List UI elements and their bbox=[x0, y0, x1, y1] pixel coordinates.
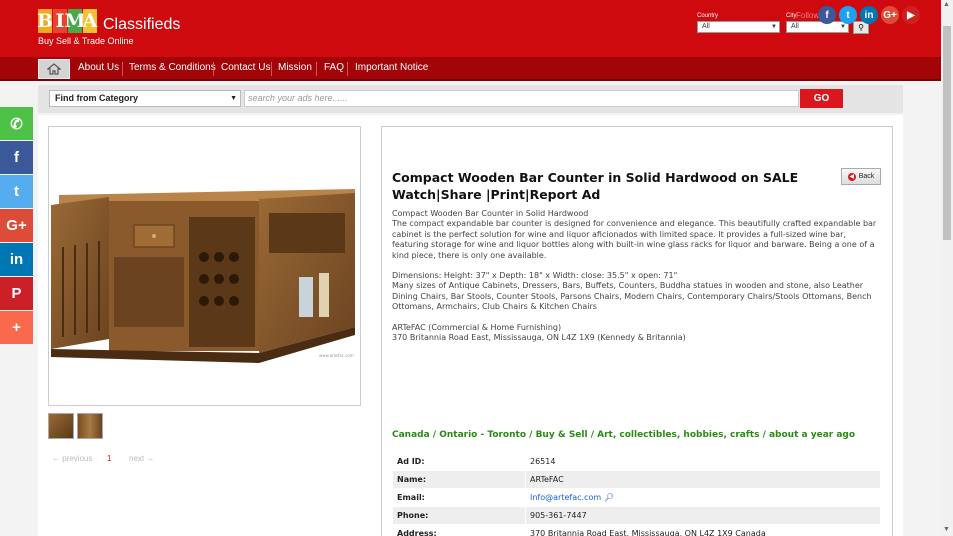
nav-faq[interactable]: FAQ bbox=[318, 57, 350, 81]
googleplus-share-icon[interactable]: G+ bbox=[0, 209, 33, 242]
table-row: Address: 370 Britannia Road East, Missis… bbox=[393, 525, 880, 536]
follow-label: Follow bbox=[796, 11, 820, 20]
nav-important-notice[interactable]: Important Notice bbox=[349, 57, 434, 81]
scroll-up-icon[interactable]: ▲ bbox=[943, 1, 950, 8]
address-label: Address: bbox=[393, 525, 525, 536]
back-button-label: Back bbox=[858, 173, 875, 180]
linkedin-icon[interactable]: in bbox=[860, 6, 878, 24]
description-heading: Compact Wooden Bar Counter in Solid Hard… bbox=[392, 209, 589, 218]
googleplus-icon[interactable]: G+ bbox=[881, 6, 899, 24]
category-breadcrumb[interactable]: Canada / Ontario - Toronto / Buy & Sell … bbox=[392, 430, 855, 440]
email-cell: Info@artefac.com 🔎︎ bbox=[526, 489, 880, 506]
nav-divider bbox=[347, 62, 348, 76]
logo-letter-m: M bbox=[64, 9, 86, 33]
description-dimensions: Dimensions: Height: 37" x Depth: 18" x W… bbox=[392, 271, 678, 281]
listing-description: Compact Wooden Bar Counter in Solid Hard… bbox=[392, 209, 884, 343]
nav-about-us[interactable]: About Us bbox=[72, 57, 125, 81]
ad-id-value: 26514 bbox=[526, 453, 880, 470]
nav-terms[interactable]: Terms & Conditions bbox=[123, 57, 222, 81]
name-label: Name: bbox=[393, 471, 525, 488]
name-value: ARTeFAC bbox=[526, 471, 880, 488]
listing-title: Compact Wooden Bar Counter in Solid Hard… bbox=[392, 170, 799, 202]
site-name: Classifieds bbox=[103, 16, 181, 33]
gallery-thumbnail-2[interactable] bbox=[77, 413, 103, 439]
search-bar: Find from Category ▼ search your ads her… bbox=[38, 85, 903, 113]
search-icon: ⚲ bbox=[858, 23, 864, 32]
main-nav: About Us Terms & Conditions Contact Us M… bbox=[0, 57, 941, 81]
magnifier-icon[interactable]: 🔎︎ bbox=[604, 493, 614, 502]
facebook-share-icon[interactable]: f bbox=[0, 141, 33, 174]
ad-id-label: Ad ID: bbox=[393, 453, 525, 470]
city-label: City bbox=[786, 13, 797, 19]
description-company: ARTeFAC (Commercial & Home Furnishing) bbox=[392, 322, 562, 332]
table-row: Phone: 905-361-7447 bbox=[393, 507, 880, 524]
scroll-down-icon[interactable]: ▼ bbox=[943, 526, 950, 533]
twitter-icon[interactable]: t bbox=[839, 6, 857, 24]
chevron-down-icon: ▼ bbox=[230, 95, 237, 102]
search-input[interactable]: search your ads here...... bbox=[244, 90, 799, 107]
phone-label: Phone: bbox=[393, 507, 525, 524]
logo-letter-a: A bbox=[82, 9, 98, 33]
main-product-image[interactable]: www.artefac.com bbox=[48, 126, 361, 406]
back-button[interactable]: ◀ Back bbox=[841, 168, 881, 185]
email-label: Email: bbox=[393, 489, 525, 506]
back-arrow-icon: ◀ bbox=[847, 172, 856, 181]
chevron-down-icon: ▼ bbox=[771, 24, 777, 30]
city-select[interactable]: All ▼ bbox=[786, 21, 849, 33]
go-button[interactable]: GO bbox=[800, 89, 843, 108]
scrollbar-thumb[interactable] bbox=[943, 26, 951, 240]
category-select[interactable]: Find from Category ▼ bbox=[49, 90, 241, 107]
home-icon bbox=[47, 63, 61, 75]
pager-previous[interactable]: ← previous bbox=[52, 454, 92, 463]
gallery-thumbnail-1[interactable] bbox=[48, 413, 74, 439]
description-inventory: Many sizes of Antique Cabinets, Dressers… bbox=[392, 281, 872, 312]
address-value: 370 Britannia Road East, Mississauga, ON… bbox=[526, 525, 880, 536]
whatsapp-share-icon[interactable]: ✆ bbox=[0, 107, 33, 140]
description-address: 370 Britannia Road East, Mississauga, ON… bbox=[392, 333, 686, 343]
country-label: Country bbox=[697, 13, 719, 19]
nav-divider bbox=[213, 62, 214, 76]
phone-value: 905-361-7447 bbox=[526, 507, 880, 524]
pinterest-share-icon[interactable]: P bbox=[0, 277, 33, 310]
country-select-value: All bbox=[702, 23, 710, 30]
page-scrollbar[interactable]: ▲ ▼ bbox=[941, 0, 953, 536]
site-header: B I M A Buy Sell & Trade Online Classifi… bbox=[0, 0, 941, 57]
table-row: Email: Info@artefac.com 🔎︎ bbox=[393, 489, 880, 506]
description-paragraph: The compact expandable bar counter is de… bbox=[392, 219, 877, 260]
linkedin-share-icon[interactable]: in bbox=[0, 243, 33, 276]
city-select-value: All bbox=[791, 23, 799, 30]
country-select[interactable]: All ▼ bbox=[697, 21, 780, 33]
pager-current[interactable]: 1 bbox=[107, 454, 111, 463]
logo-letter-b: B bbox=[36, 9, 54, 33]
facebook-icon[interactable]: f bbox=[818, 6, 836, 24]
pager-next[interactable]: next → bbox=[129, 454, 154, 463]
nav-mission[interactable]: Mission bbox=[272, 57, 318, 81]
category-select-value: Find from Category bbox=[55, 93, 139, 103]
bar-counter-photo: www.artefac.com bbox=[51, 189, 355, 363]
email-link[interactable]: Info@artefac.com bbox=[530, 493, 601, 502]
nav-divider bbox=[316, 62, 317, 76]
svg-text:www.artefac.com: www.artefac.com bbox=[319, 353, 354, 358]
more-share-icon[interactable]: + bbox=[0, 311, 33, 344]
table-row: Name: ARTeFAC bbox=[393, 471, 880, 488]
nav-contact-us[interactable]: Contact Us bbox=[215, 57, 276, 81]
home-button[interactable] bbox=[38, 59, 70, 79]
site-tagline: Buy Sell & Trade Online bbox=[38, 36, 134, 46]
youtube-icon[interactable]: ▶ bbox=[902, 6, 920, 24]
table-row: Ad ID: 26514 bbox=[393, 453, 880, 470]
listing-info-table: Ad ID: 26514 Name: ARTeFAC Email: Info@a… bbox=[392, 452, 881, 536]
twitter-share-icon[interactable]: t bbox=[0, 175, 33, 208]
site-logo[interactable]: B I M A bbox=[36, 9, 98, 33]
